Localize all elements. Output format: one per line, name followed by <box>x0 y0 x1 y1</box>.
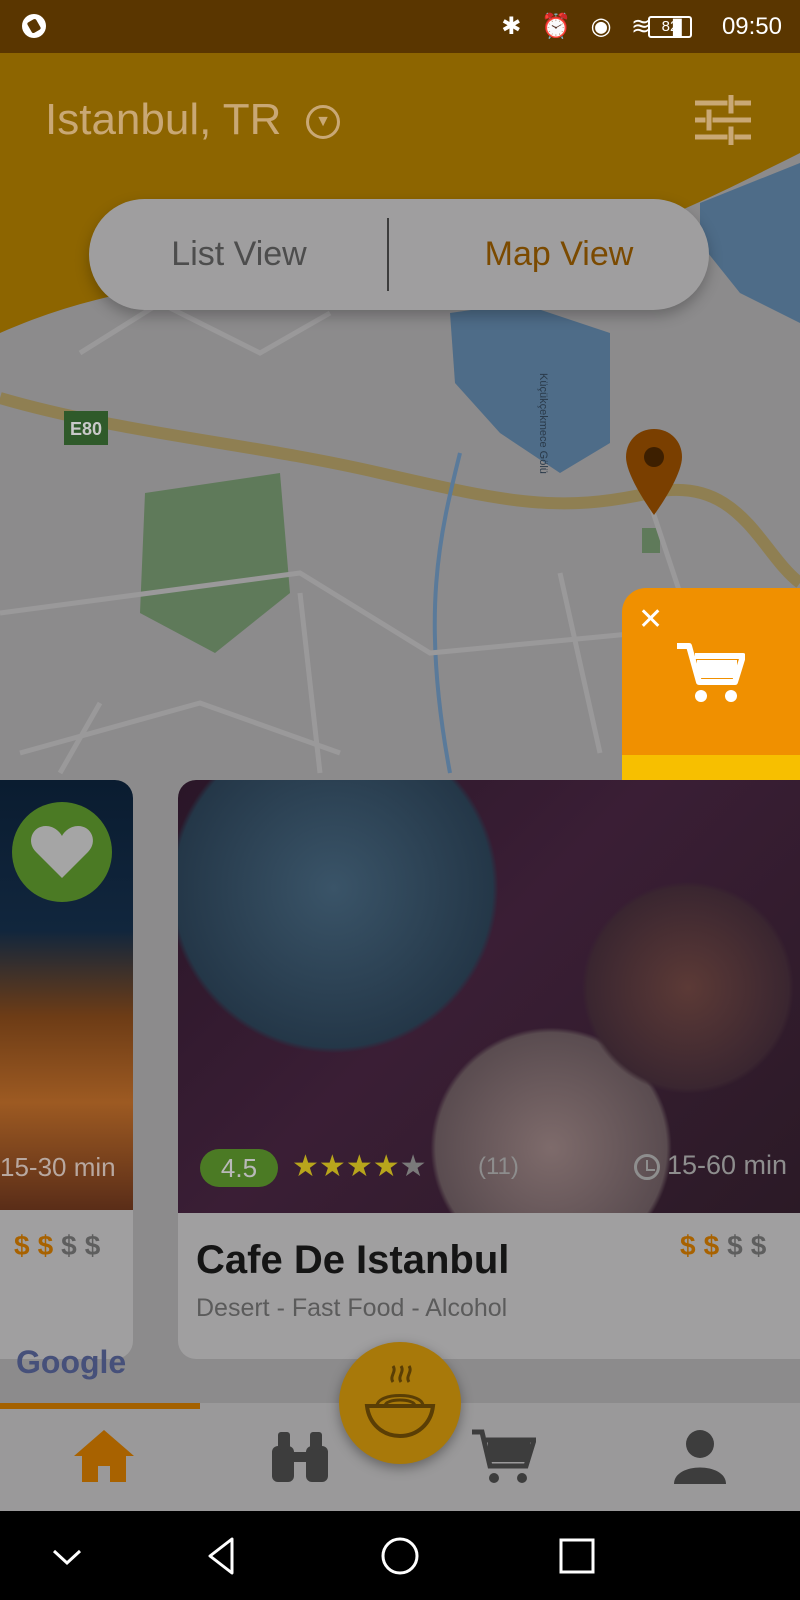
status-time: 09:50 <box>721 13 782 40</box>
whatsapp-icon <box>22 14 46 38</box>
lake-label: Küçükçekmece Gölü <box>537 373 549 474</box>
price-symbol: $ <box>727 1230 751 1261</box>
favorite-button[interactable] <box>12 802 112 902</box>
price-level: $$$$ <box>14 1230 108 1262</box>
delivery-time: 15-60 min <box>667 1150 788 1180</box>
price-level: $$$$ <box>680 1230 774 1262</box>
recents-icon[interactable] <box>552 1531 602 1581</box>
map-view-tab[interactable]: Map View <box>409 199 709 310</box>
price-symbol: $ <box>750 1230 775 1261</box>
price-symbol: $ <box>84 1230 109 1261</box>
profile-icon[interactable] <box>668 1428 732 1484</box>
chevron-down-icon[interactable]: ▼ <box>306 105 340 139</box>
active-tab-indicator <box>0 1403 200 1409</box>
noodle-bowl-button[interactable] <box>339 1342 461 1464</box>
restaurant-image <box>178 780 800 1213</box>
close-icon[interactable]: ✕ <box>638 602 663 637</box>
collapse-icon[interactable] <box>42 1531 92 1581</box>
heart-icon <box>31 826 93 878</box>
noodle-bowl-icon <box>364 1365 436 1439</box>
home-circle-icon[interactable] <box>375 1531 425 1581</box>
list-view-tab[interactable]: List View <box>89 199 389 310</box>
battery-icon: 82 <box>648 16 692 38</box>
system-navigation-bar <box>0 1511 800 1600</box>
star-icon: ★ <box>399 1149 427 1184</box>
price-symbol: $ <box>37 1230 62 1261</box>
toggle-divider <box>387 218 389 291</box>
restaurant-name: Cafe De Istanbul <box>196 1238 510 1282</box>
rating-badge: 4.5 <box>200 1149 278 1187</box>
star-icon: ★ <box>318 1149 346 1184</box>
star-icon: ★ <box>372 1149 400 1184</box>
status-bar: ✱ ⏰ ◉ ≋ ▮ 82 09:50 <box>0 0 800 53</box>
star-rating: ★★★★★ <box>292 1149 427 1184</box>
map-pin-icon[interactable] <box>626 429 682 515</box>
google-logo: Google <box>16 1344 127 1380</box>
price-symbol: $ <box>61 1230 85 1261</box>
star-icon: ★ <box>345 1149 373 1184</box>
restaurant-card[interactable]: 4.5 ★★★★★ (11) 15-60 min Cafe De Istanbu… <box>178 780 800 1359</box>
sliders-icon[interactable] <box>695 95 751 145</box>
review-count: (11) <box>478 1153 519 1180</box>
road-label: E80 <box>70 419 102 439</box>
binoculars-icon[interactable] <box>268 1428 332 1484</box>
restaurant-card[interactable]: 15-30 min $$$$ <box>0 780 133 1359</box>
view-toggle: List View Map View <box>89 199 709 310</box>
back-icon[interactable] <box>198 1531 248 1581</box>
cart-icon[interactable] <box>677 642 745 704</box>
clock-icon <box>634 1154 660 1180</box>
price-symbol: $ <box>14 1230 38 1261</box>
restaurant-cuisine: Desert - Fast Food - Alcohol <box>196 1294 508 1322</box>
star-icon: ★ <box>292 1149 319 1184</box>
delivery-time: 15-30 min <box>0 1152 116 1182</box>
price-symbol: $ <box>703 1230 728 1261</box>
city-title[interactable]: Istanbul, TR <box>45 95 281 145</box>
home-icon[interactable] <box>72 1428 136 1484</box>
cart-icon[interactable] <box>472 1428 536 1484</box>
price-symbol: $ <box>680 1230 704 1261</box>
